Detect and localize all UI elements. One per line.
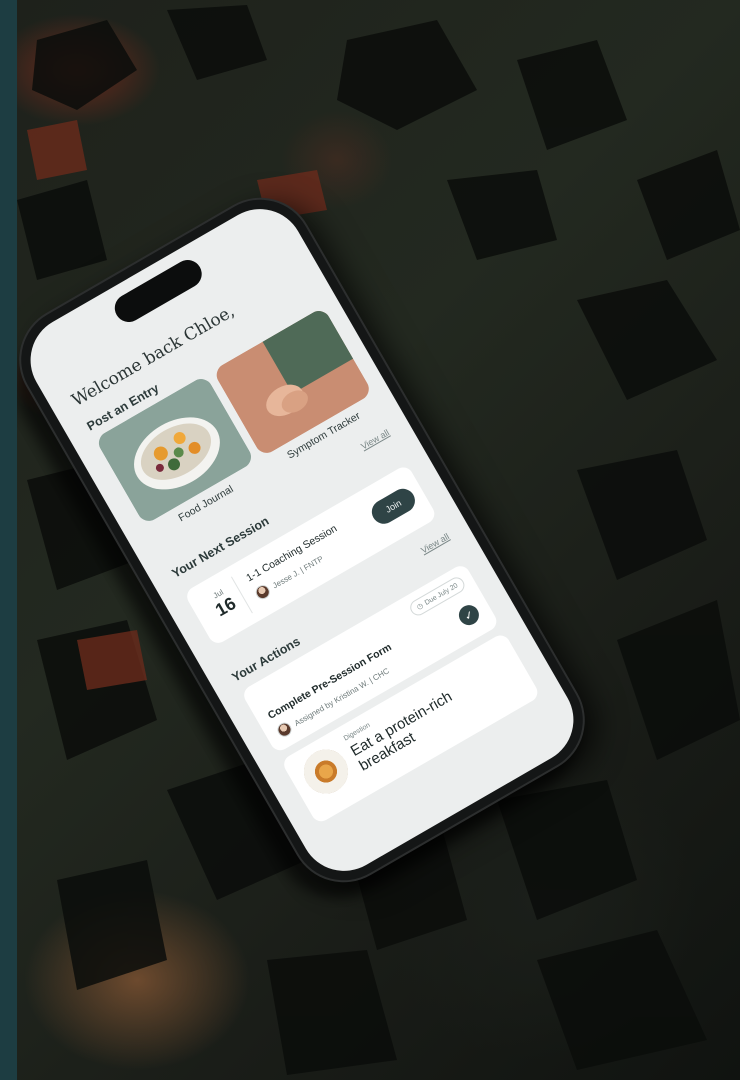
avatar bbox=[253, 582, 273, 602]
breakfast-photo bbox=[295, 741, 357, 802]
clock-icon: ◷ bbox=[415, 602, 425, 612]
view-all-sessions-link[interactable]: View all bbox=[359, 427, 391, 451]
avatar bbox=[274, 720, 295, 740]
check-icon[interactable]: ✓ bbox=[455, 601, 483, 629]
session-date: Jul 16 bbox=[197, 576, 253, 633]
due-date: Due July 20 bbox=[423, 581, 459, 607]
marble-background: Welcome back Chloe, Post an Entry Food J… bbox=[17, 0, 740, 1080]
left-edge-band bbox=[0, 0, 17, 1080]
join-button[interactable]: Join bbox=[367, 484, 420, 529]
view-all-actions-link[interactable]: View all bbox=[419, 531, 451, 555]
